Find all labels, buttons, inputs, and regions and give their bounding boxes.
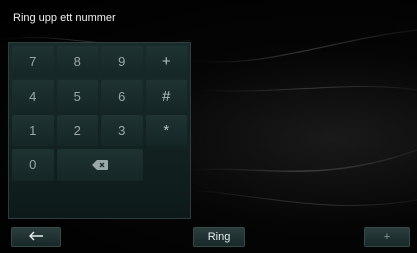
dialer-screen: Ring upp ett nummer 7 8 9 + 4 5 6 # 1 2 … — [0, 0, 417, 253]
bottom-toolbar: Ring + — [0, 225, 417, 253]
key-5[interactable]: 5 — [56, 80, 98, 112]
key-plus[interactable]: + — [145, 46, 187, 78]
back-button[interactable] — [11, 227, 61, 247]
key-star[interactable]: * — [145, 114, 187, 147]
key-9[interactable]: 9 — [101, 46, 143, 78]
page-title: Ring upp ett nummer — [13, 12, 116, 24]
key-3[interactable]: 3 — [101, 114, 143, 147]
key-7[interactable]: 7 — [12, 46, 54, 78]
key-1[interactable]: 1 — [12, 114, 54, 147]
backspace-button[interactable] — [56, 149, 143, 181]
backspace-icon — [91, 159, 108, 170]
key-6[interactable]: 6 — [101, 80, 143, 112]
dial-keypad: 7 8 9 + 4 5 6 # 1 2 3 * 0 — [8, 42, 191, 219]
key-0[interactable]: 0 — [12, 149, 54, 181]
key-4[interactable]: 4 — [12, 80, 54, 112]
key-8[interactable]: 8 — [56, 46, 98, 78]
arrow-left-icon — [28, 231, 44, 244]
add-button[interactable]: + — [364, 227, 410, 247]
key-2[interactable]: 2 — [56, 114, 98, 147]
ring-button[interactable]: Ring — [193, 227, 245, 247]
key-hash[interactable]: # — [145, 80, 187, 112]
